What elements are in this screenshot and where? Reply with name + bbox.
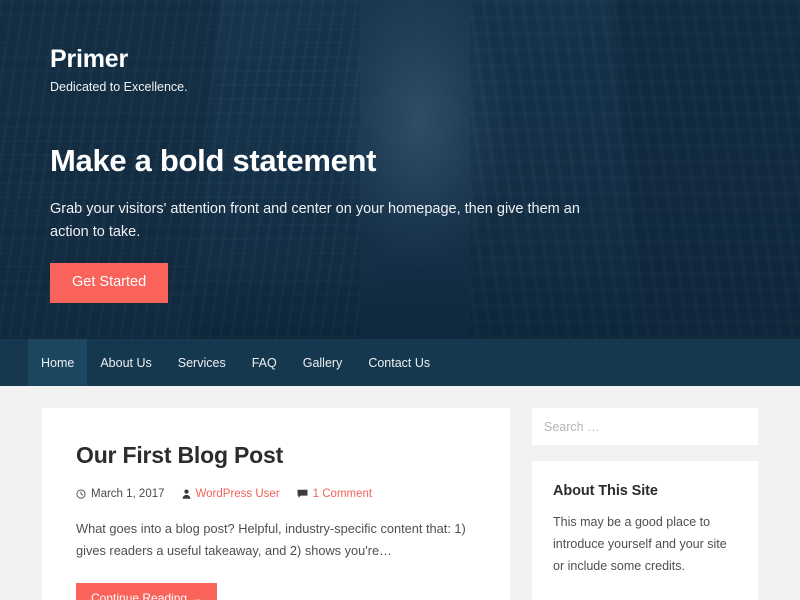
hero-content: Primer Dedicated to Excellence. Make a b… [0, 0, 800, 339]
hero-description: Grab your visitors' attention front and … [50, 201, 580, 241]
nav-item-services[interactable]: Services [165, 339, 239, 386]
widget-title: About This Site [553, 483, 658, 499]
post-meta: March 1, 2017 WordPress User 1 Comment [76, 488, 476, 500]
about-this-site-widget: About This Site This may be a good place… [532, 461, 758, 600]
site-title: Primer [50, 45, 129, 73]
nav-item-about-us[interactable]: About Us [87, 339, 164, 386]
sidebar: About This Site This may be a good place… [532, 408, 758, 600]
post-date-text: March 1, 2017 [91, 487, 165, 500]
post-author-link[interactable]: WordPress User [196, 488, 280, 500]
get-started-button[interactable]: Get Started [50, 263, 169, 303]
nav-item-gallery[interactable]: Gallery [290, 339, 356, 386]
site-tagline: Dedicated to Excellence. [50, 80, 188, 94]
search-widget [532, 408, 758, 445]
hero-header: Primer Dedicated to Excellence. Make a b… [0, 0, 800, 339]
continue-reading-button[interactable]: Continue Reading → [76, 583, 218, 600]
post-comments[interactable]: 1 Comment [297, 488, 372, 500]
nav-item-contact-us[interactable]: Contact Us [355, 339, 443, 386]
clock-icon [76, 489, 86, 499]
nav-item-home[interactable]: Home [28, 339, 88, 386]
page-body: Our First Blog Post March 1, 2017 WordPr… [0, 386, 800, 600]
post-date: March 1, 2017 [76, 488, 165, 500]
post-excerpt: What goes into a blog post? Helpful, ind… [76, 520, 466, 559]
widget-text: This may be a good place to introduce yo… [553, 515, 727, 573]
post-comments-link[interactable]: 1 Comment [313, 488, 372, 500]
user-icon [182, 489, 191, 499]
nav-item-faq[interactable]: FAQ [239, 339, 290, 386]
comment-icon [297, 489, 308, 499]
post-title[interactable]: Our First Blog Post [76, 442, 476, 470]
post-author[interactable]: WordPress User [182, 488, 280, 500]
hero-heading: Make a bold statement [50, 143, 377, 178]
search-input[interactable] [532, 408, 758, 445]
post-card: Our First Blog Post March 1, 2017 WordPr… [42, 408, 510, 600]
main-navigation: Home About Us Services FAQ Gallery Conta… [0, 339, 800, 386]
